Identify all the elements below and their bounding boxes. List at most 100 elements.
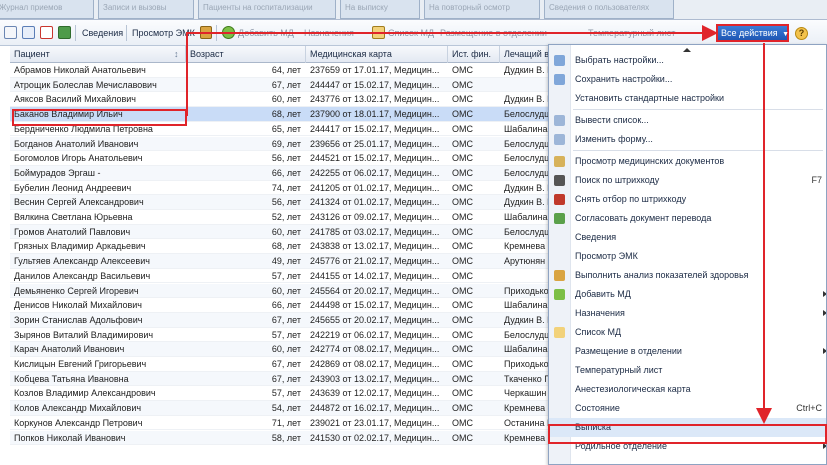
tab-hospitalization[interactable]: Пациенты на госпитализации (198, 0, 336, 19)
table-row[interactable]: Демьяненко Сергей Игоревич 60, лет 245564 … (10, 283, 550, 299)
cell-card: 241324 от 01.02.17, Медицин... (310, 197, 440, 208)
menu-item[interactable]: Вывести список... (549, 111, 826, 130)
table-row[interactable]: Вялкина Светлана Юрьевна 52, лет 243126 от… (10, 210, 550, 225)
table-row[interactable]: Богданов Анатолий Иванович 69, лет 239656 … (10, 136, 550, 152)
cell-card: 239021 от 23.01.17, Медицин... (310, 417, 440, 428)
menu-item[interactable]: Выбрать настройки... (549, 51, 826, 70)
tab-user-info[interactable]: Сведения о пользователях (544, 0, 674, 19)
table-row[interactable]: Кислицын Евгений Григорьевич 67, лет 24286… (10, 357, 550, 372)
cell-doctor: Приходько В (504, 359, 550, 369)
add-icon[interactable] (222, 26, 235, 39)
menu-item[interactable]: Выполнить анализ показателей здоровья (549, 266, 826, 285)
menu-scroll-up-icon[interactable] (683, 48, 691, 52)
table-row[interactable]: Громов Анатолий Павлович 60, лет 241785 от… (10, 224, 550, 240)
cell-doctor: Белослудце (504, 167, 550, 178)
cell-fin: ОМС (452, 373, 473, 384)
tab-reexamination[interactable]: На повторный осмотр (424, 0, 540, 19)
table-row[interactable]: Аяксов Василий Михайлович 60, лет 243776 о… (10, 92, 550, 108)
folder-icon[interactable] (372, 26, 385, 39)
chart-icon[interactable] (200, 26, 212, 39)
table-row[interactable]: Денисов Николай Михайлович 66, лет 244498 … (10, 298, 550, 313)
cell-age: 71, лет (271, 417, 301, 428)
cell-card: 243126 от 09.02.17, Медицин... (310, 212, 440, 222)
md-list-button[interactable]: Список МД (388, 25, 434, 41)
column-header-doctor[interactable]: Лечащий вра (500, 46, 550, 63)
menu-separator (573, 109, 823, 110)
cell-patient: Карач Анатолий Иванович (14, 344, 125, 355)
help-icon[interactable]: ? (795, 27, 808, 40)
table-row[interactable]: Веснин Сергей Александрович 56, лет 241324… (10, 195, 550, 210)
temp-sheet-button[interactable]: Температурный лист (588, 25, 675, 41)
menu-item[interactable]: Просмотр медицинских документов (549, 152, 826, 171)
table-row[interactable]: Попков Николай Иванович 58, лет 241530 от … (10, 430, 550, 446)
cell-age: 64, лет (271, 65, 301, 75)
column-header-card[interactable]: Медицинская карта (306, 46, 448, 63)
table-row[interactable]: Атрощик Болеслав Мечиславович 67, лет 2444… (10, 77, 550, 93)
menu-item[interactable]: Сведения (549, 228, 826, 247)
form-edit-icon (554, 134, 565, 145)
table-row[interactable]: Боймурадов Эргаш - 66, лет 242255 от 06.02… (10, 165, 550, 181)
table-row[interactable]: Карач Анатолий Иванович 60, лет 242774 от … (10, 342, 550, 357)
document-icon[interactable] (4, 26, 17, 39)
delete-icon[interactable] (40, 26, 53, 39)
menu-item[interactable]: Поиск по штрихкоду F7 (549, 171, 826, 190)
menu-item[interactable]: Изменить форму... (549, 130, 826, 149)
table-row[interactable]: Абрамов Николай Анатольевич 64, лет 237659… (10, 63, 550, 78)
menu-item-label: Список МД (575, 327, 622, 337)
menu-item[interactable]: Температурный лист (549, 361, 826, 380)
info-button[interactable]: Сведения (82, 25, 123, 41)
table-row[interactable]: Зырянов Виталий Владимирович 57, лет 24221… (10, 328, 550, 343)
cell-card: 244447 от 15.02.17, Медицин... (310, 79, 440, 90)
menu-item[interactable]: Назначения (549, 304, 826, 323)
column-header-patient[interactable]: Пациент ↕ (10, 46, 186, 63)
menu-item[interactable]: Снять отбор по штрихкоду (549, 190, 826, 209)
menu-item[interactable]: Состояние Ctrl+C (549, 399, 826, 418)
table-row[interactable]: Козлов Владимир Александрович 57, лет 2436… (10, 386, 550, 402)
menu-item[interactable]: Размещение в отделении (549, 342, 826, 361)
menu-item[interactable]: Список МД (549, 323, 826, 342)
menu-item-label: Состояние (575, 403, 620, 413)
cell-doctor: Кремнева П. (504, 432, 550, 443)
cell-card: 241530 от 02.02.17, Медицин... (310, 432, 440, 443)
selected-row-highlight (12, 109, 187, 126)
table-row[interactable]: Грязных Владимир Аркадьевич 68, лет 243838… (10, 239, 550, 255)
view-emk-button[interactable]: Просмотр ЭМК (132, 25, 195, 41)
cell-card: 245776 от 21.02.17, Медицин... (310, 256, 440, 267)
cell-doctor: Арутюнян П. (504, 256, 550, 267)
table-row[interactable]: Колов Александр Михайлович 54, лет 244872 … (10, 401, 550, 416)
tab-discharge[interactable]: На выписку (340, 0, 420, 19)
cell-fin: ОМС (452, 182, 473, 193)
tab-records-calls[interactable]: Записи и вызовы (98, 0, 194, 19)
placement-button[interactable]: Размещение в отделении (440, 25, 547, 41)
column-header-age[interactable]: Возраст (186, 46, 306, 63)
table-row[interactable]: Коркунов Александр Петрович 71, лет 239021… (10, 416, 550, 431)
cell-age: 60, лет (271, 94, 301, 105)
cell-patient: Грязных Владимир Аркадьевич (14, 241, 146, 252)
menu-separator (573, 150, 823, 151)
column-header-fin[interactable]: Ист. фин. (448, 46, 500, 63)
menu-item[interactable]: Анестезиологическая карта (549, 380, 826, 399)
all-actions-button[interactable]: Все действия ▼ (716, 24, 789, 42)
table-row[interactable]: Данилов Александр Васильевич 57, лет 24415… (10, 269, 550, 284)
appointments-button[interactable]: Назначения (304, 25, 354, 41)
menu-item[interactable]: Просмотр ЭМК (549, 247, 826, 266)
tab-appointments-journal[interactable]: Журнал приемов (0, 0, 94, 19)
table-row[interactable]: Кобцева Татьяна Ивановна 67, лет 243903 от… (10, 371, 550, 387)
table-row[interactable]: Богомолов Игорь Анатольевич 56, лет 244521… (10, 151, 550, 166)
cell-patient: Зорин Станислав Адольфович (14, 314, 143, 325)
table-row[interactable]: Гультяев Александр Алексеевич 49, лет 2457… (10, 254, 550, 269)
table-row[interactable]: Бубелин Леонид Андреевич 74, лет 241205 от… (10, 181, 550, 196)
cell-patient: Боймурадов Эргаш - (14, 167, 101, 178)
cell-age: 56, лет (271, 197, 301, 208)
menu-item[interactable]: Сохранить настройки... (549, 70, 826, 89)
cell-patient: Атрощик Болеслав Мечиславович (14, 79, 157, 90)
table-row[interactable]: Зорин Станислав Адольфович 67, лет 245655 … (10, 312, 550, 328)
grid-icon[interactable] (22, 26, 35, 39)
cell-patient: Вялкина Светлана Юрьевна (14, 212, 133, 222)
menu-item[interactable]: Установить стандартные настройки (549, 89, 826, 108)
refresh-icon[interactable] (58, 26, 71, 39)
cell-age: 68, лет (271, 109, 301, 120)
menu-item[interactable]: Добавить МД (549, 285, 826, 304)
menu-item[interactable]: Согласовать документ перевода (549, 209, 826, 228)
add-md-button[interactable]: Добавить МД (238, 25, 294, 41)
